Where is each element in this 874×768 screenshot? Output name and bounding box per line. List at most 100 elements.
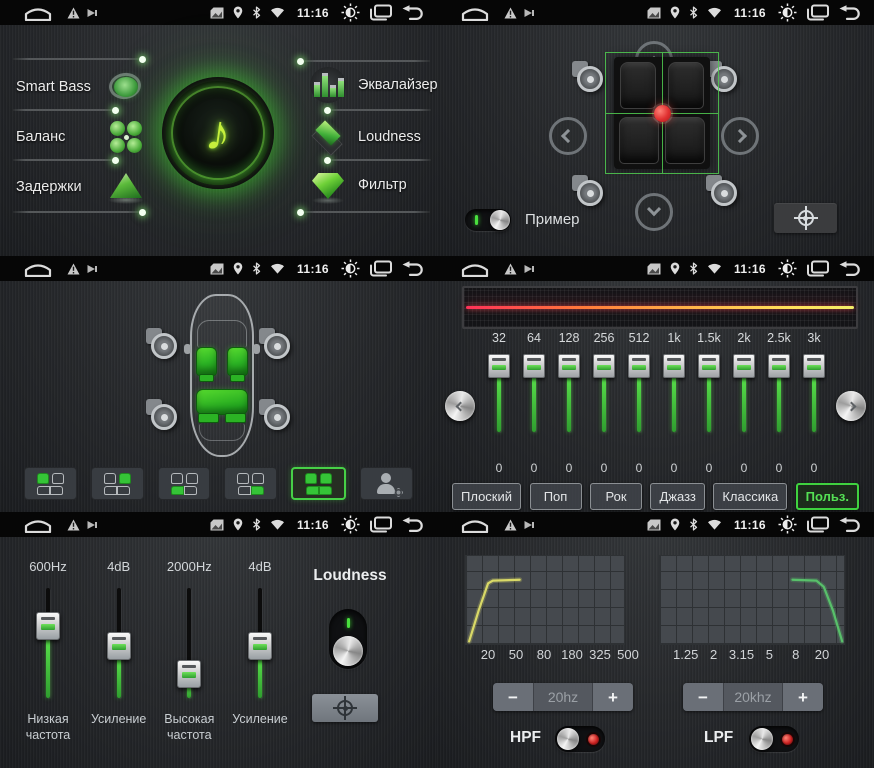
warning-icon <box>504 263 517 275</box>
back-icon[interactable] <box>838 517 861 532</box>
recents-icon[interactable] <box>369 4 392 21</box>
back-icon[interactable] <box>838 261 861 276</box>
eq-band-slider[interactable] <box>698 354 720 434</box>
eq-page-right-button[interactable] <box>836 391 866 421</box>
eq-slider-handle[interactable] <box>768 354 790 378</box>
hpf-toggle[interactable] <box>555 726 605 752</box>
brightness-icon[interactable] <box>341 259 360 278</box>
example-toggle-label: Пример <box>525 211 580 228</box>
speaker-icon <box>711 66 737 92</box>
eq-preset-2[interactable]: Рок <box>590 483 642 510</box>
balance-right-button[interactable] <box>721 117 759 155</box>
seat-preset-rear-left[interactable] <box>158 467 211 500</box>
recents-icon[interactable] <box>369 516 392 533</box>
recents-icon[interactable] <box>369 260 392 277</box>
menu-item-smart-bass[interactable]: Smart Bass <box>16 67 146 107</box>
eq-preset-0[interactable]: Плоский <box>452 483 521 510</box>
eq-band-slider[interactable] <box>628 354 650 434</box>
back-icon[interactable] <box>838 5 861 20</box>
home-icon[interactable] <box>459 516 491 533</box>
recents-icon[interactable] <box>806 260 829 277</box>
back-icon[interactable] <box>401 517 424 532</box>
balance-position-dot[interactable] <box>654 105 671 122</box>
eq-preset-4[interactable]: Классика <box>713 483 787 510</box>
menu-item-filter[interactable]: Фильтр <box>308 165 407 205</box>
eq-band-slider[interactable] <box>523 354 545 434</box>
toggle-off-mark <box>588 734 599 745</box>
seat-preset-custom[interactable] <box>360 467 413 500</box>
filter-slider-handle[interactable] <box>248 632 272 660</box>
eq-band-slider[interactable] <box>733 354 755 434</box>
eq-slider-handle[interactable] <box>733 354 755 378</box>
balance-left-button[interactable] <box>549 117 587 155</box>
lpf-toggle[interactable] <box>749 726 799 752</box>
reset-button[interactable] <box>312 694 378 722</box>
eq-page-left-button[interactable] <box>445 391 475 421</box>
hpf-plus-button[interactable]: + <box>593 683 633 711</box>
seat-preset-front-right[interactable] <box>91 467 144 500</box>
lpf-stepper: − 20khz + <box>683 683 823 711</box>
filter-slider-handle[interactable] <box>177 660 201 688</box>
example-toggle[interactable] <box>465 209 511 231</box>
menu-label: Smart Bass <box>16 79 96 95</box>
filter-slider[interactable] <box>106 588 132 698</box>
home-icon[interactable] <box>22 260 54 277</box>
home-icon[interactable] <box>459 260 491 277</box>
eq-band-slider[interactable] <box>558 354 580 434</box>
filter-slider[interactable] <box>176 588 202 698</box>
back-icon[interactable] <box>401 261 424 276</box>
home-icon[interactable] <box>22 516 54 533</box>
seat-front-left <box>620 62 656 109</box>
lpf-minus-button[interactable]: − <box>683 683 723 711</box>
statusbar-slot: 11:16 <box>437 0 874 25</box>
eq-band-slider[interactable] <box>803 354 825 434</box>
filter-slider-handle[interactable] <box>107 632 131 660</box>
seat-map[interactable] <box>614 57 710 169</box>
brightness-icon[interactable] <box>778 259 797 278</box>
back-icon[interactable] <box>401 5 424 20</box>
seat-preset-rear-right[interactable] <box>224 467 277 500</box>
home-icon[interactable] <box>459 4 491 21</box>
home-icon[interactable] <box>22 4 54 21</box>
seat-preset-front-left[interactable] <box>24 467 77 500</box>
reset-button[interactable] <box>774 203 837 233</box>
eq-preset-1[interactable]: Поп <box>530 483 582 510</box>
panel-filter: 11:16 600HzНизкая частота4dBУсиление2000… <box>0 512 437 768</box>
recents-icon[interactable] <box>806 516 829 533</box>
eq-slider-handle[interactable] <box>558 354 580 378</box>
eq-preset-3[interactable]: Джазз <box>650 483 704 510</box>
eq-slider-handle[interactable] <box>523 354 545 378</box>
filter-slider[interactable] <box>35 588 61 698</box>
mini-rear-bench <box>104 486 130 495</box>
loudness-toggle[interactable] <box>329 609 367 669</box>
brightness-icon[interactable] <box>778 515 797 534</box>
menu-item-equalizer[interactable]: Эквалайзер <box>308 65 437 105</box>
seat-preset-all-seats[interactable] <box>291 467 346 500</box>
brightness-icon[interactable] <box>341 515 360 534</box>
eq-band-32: 320 <box>484 331 514 475</box>
menu-item-loudness[interactable]: Loudness <box>308 117 421 157</box>
eq-band-slider[interactable] <box>488 354 510 434</box>
audio-center-button[interactable]: ♪ <box>162 77 274 189</box>
eq-band-slider[interactable] <box>768 354 790 434</box>
eq-band-slider[interactable] <box>593 354 615 434</box>
filter-slider[interactable] <box>247 588 273 698</box>
eq-preset-5[interactable]: Польз. <box>796 483 859 510</box>
menu-item-balance[interactable]: Баланс <box>16 117 146 157</box>
menu-item-delays[interactable]: Задержки <box>16 167 146 207</box>
brightness-icon[interactable] <box>341 3 360 22</box>
fader-down-button[interactable] <box>635 193 673 231</box>
eq-slider-handle[interactable] <box>803 354 825 378</box>
brightness-icon[interactable] <box>778 3 797 22</box>
seat-preset-row <box>24 467 413 500</box>
recents-icon[interactable] <box>806 4 829 21</box>
eq-band-slider[interactable] <box>663 354 685 434</box>
lpf-plus-button[interactable]: + <box>783 683 823 711</box>
eq-slider-handle[interactable] <box>488 354 510 378</box>
eq-slider-handle[interactable] <box>628 354 650 378</box>
filter-slider-handle[interactable] <box>36 612 60 640</box>
hpf-minus-button[interactable]: − <box>493 683 533 711</box>
eq-slider-handle[interactable] <box>593 354 615 378</box>
eq-slider-handle[interactable] <box>698 354 720 378</box>
eq-slider-handle[interactable] <box>663 354 685 378</box>
